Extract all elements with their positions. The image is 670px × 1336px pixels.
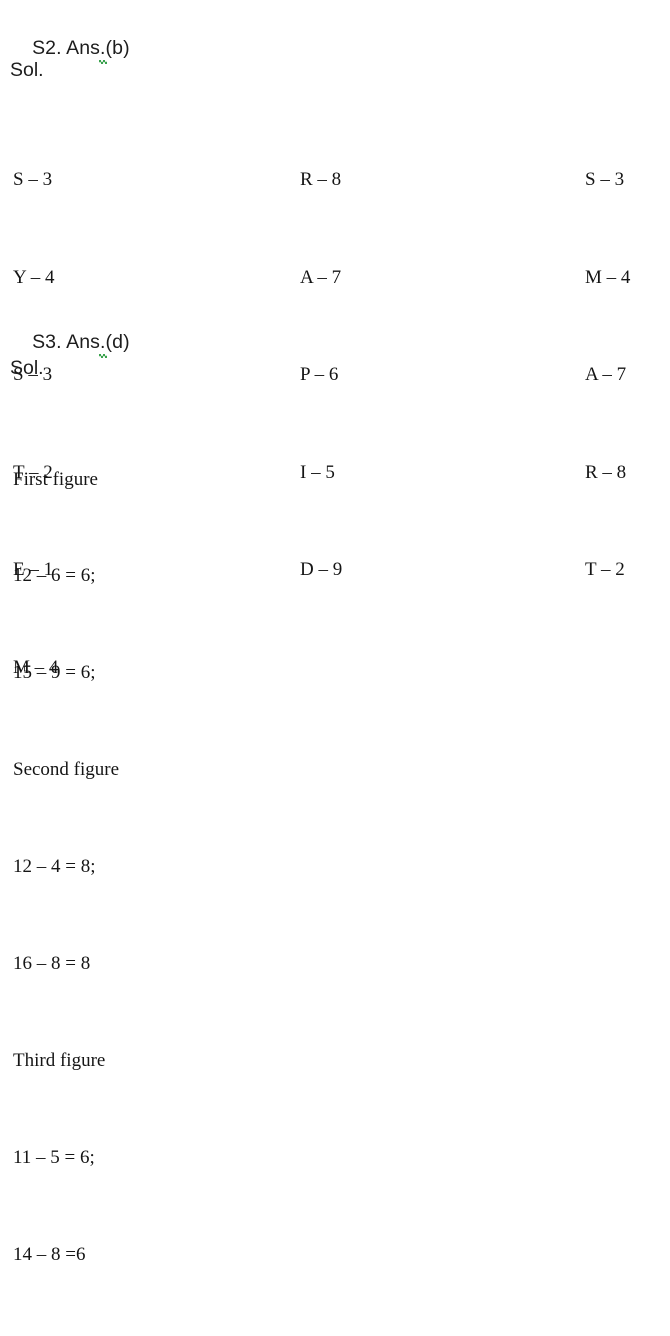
figure-title: Third figure [13,1049,106,1071]
document-page: S2. Ans.(b) Sol. S – 3 Y – 4 S – 3 T – 2… [0,0,670,1265]
figure-equation: 12 – 6 = 6; [13,565,96,587]
mapping-pair: A – 7 [300,266,342,288]
answer-heading-s3-prefix: S3. Ans [32,331,100,353]
mapping-pair: S – 3 [13,169,53,190]
sol-label-s2: Sol. [10,59,44,81]
mapping-pair: M – 4 [585,266,631,288]
mapping-pair: R – 8 [585,461,627,483]
figure-title: Second figure [13,759,120,781]
figure-equation: 14 – 8 =6 [13,1243,86,1265]
sol-label-s3: Sol. [10,357,44,379]
figure-equation: 12 – 4 = 8; [13,856,96,878]
mapping-pair: P – 6 [300,364,339,385]
mapping-pair: Y – 4 [13,266,55,288]
answer-heading-s3-suffix: (d) [105,331,130,353]
answer-heading-s2-prefix: S2. Ans [32,37,100,59]
figure-equation: 15 – 9 = 6; [13,662,96,684]
answer-heading-s2-suffix: (b) [105,37,130,59]
mapping-pair: T – 2 [585,559,625,580]
figure-calculation-block: First figure 12 – 6 = 6; 15 – 9 = 6; Sec… [13,399,119,1336]
figure-equation: 11 – 5 = 6; [13,1146,95,1168]
mapping-pair: R – 8 [300,169,342,190]
mapping-pair: D – 9 [300,559,343,580]
mapping-pair: S – 3 [585,169,625,190]
figure-equation: 16 – 8 = 8 [13,953,91,975]
mapping-pair: A – 7 [585,364,627,385]
figure-title: First figure [13,468,98,490]
mapping-column-2: R – 8 A – 7 P – 6 I – 5 D – 9 [300,99,342,652]
mapping-pair: I – 5 [300,461,335,483]
mapping-column-3: S – 3 M – 4 A – 7 R – 8 T – 2 [585,99,630,652]
